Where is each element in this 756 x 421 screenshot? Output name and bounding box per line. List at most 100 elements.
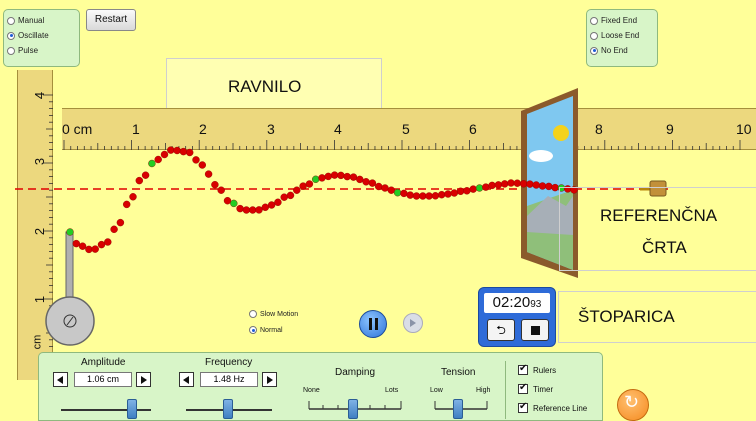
amplitude-decrease-button[interactable] <box>53 372 68 387</box>
bead <box>274 198 282 207</box>
damping-slider-thumb[interactable] <box>348 399 358 419</box>
bead-green <box>148 159 156 168</box>
tension-low-label: Low <box>430 387 443 394</box>
step-forward-icon <box>410 319 416 327</box>
amplitude-slider-track[interactable] <box>61 409 151 411</box>
bead <box>129 193 137 201</box>
bead <box>425 192 433 200</box>
bead <box>173 146 181 155</box>
bead <box>293 186 301 194</box>
bead <box>91 245 99 253</box>
bead <box>78 242 87 250</box>
timer-checkbox[interactable] <box>518 382 528 394</box>
bead <box>135 176 144 185</box>
bead <box>204 170 213 178</box>
frequency-increase-button[interactable] <box>262 372 277 387</box>
reference-line-checkbox-label: Reference Line <box>533 404 588 413</box>
bead <box>469 185 477 193</box>
panel-divider <box>505 361 506 419</box>
amplitude-slider-thumb[interactable] <box>127 399 137 419</box>
bead <box>236 204 244 213</box>
bead <box>192 156 200 164</box>
radio-slow-motion-label: Slow Motion <box>260 310 299 318</box>
frequency-value: 1.48 Hz <box>200 372 258 387</box>
bead <box>318 174 326 182</box>
radio-normal[interactable]: Normal <box>246 322 298 338</box>
bead <box>337 171 345 180</box>
bead <box>513 179 521 187</box>
bead <box>419 192 427 200</box>
bead <box>267 201 276 209</box>
control-panel: Amplitude 1.06 cm Frequency 1.48 Hz Damp… <box>38 352 603 421</box>
radio-normal-label: Normal <box>260 326 283 334</box>
bead <box>242 206 251 214</box>
bead <box>343 172 351 181</box>
bead <box>438 190 446 199</box>
reference-annotation-text-1: REFERENČNA <box>600 206 718 225</box>
bead <box>538 182 547 190</box>
reference-annotation-text-2: ČRTA <box>642 238 687 257</box>
step-button[interactable] <box>403 313 423 333</box>
bead <box>375 182 383 191</box>
amplitude-title: Amplitude <box>81 357 126 368</box>
bead <box>122 200 131 209</box>
damping-high-label: Lots <box>385 387 399 394</box>
bead <box>280 193 288 201</box>
bead <box>160 150 169 159</box>
rulers-checkbox[interactable] <box>518 363 528 375</box>
reset-all-icon: ↻ <box>624 392 640 412</box>
bead <box>444 190 452 198</box>
timer-display: 02:2093 <box>484 293 550 313</box>
frequency-title: Frequency <box>205 357 253 368</box>
bead <box>104 238 112 246</box>
bead-green <box>475 184 484 192</box>
bead <box>330 171 339 179</box>
bead <box>482 183 490 191</box>
bead <box>450 189 458 197</box>
wave-beads <box>66 146 578 254</box>
bead <box>349 173 358 181</box>
timer-checkbox-label: Timer <box>533 385 554 394</box>
radio-slow-motion-indicator[interactable] <box>249 310 257 318</box>
pause-button[interactable] <box>359 310 387 338</box>
timer-reset-button[interactable]: ⮌ <box>487 319 515 341</box>
damping-title: Damping <box>335 367 376 378</box>
bead <box>456 187 465 196</box>
bead <box>286 191 295 200</box>
bead-green <box>312 175 320 184</box>
bead <box>362 178 370 186</box>
bead <box>217 186 225 194</box>
bead <box>532 181 540 189</box>
bead <box>185 148 194 157</box>
bead <box>167 146 175 154</box>
bead <box>431 192 440 200</box>
bead <box>507 179 515 187</box>
reference-annotation-box: REFERENČNA ČRTA <box>559 187 756 271</box>
amplitude-increase-button[interactable] <box>136 372 151 387</box>
speed-panel: Slow Motion Normal <box>246 306 298 338</box>
bead <box>368 179 377 187</box>
frequency-decrease-button[interactable] <box>179 372 194 387</box>
radio-normal-indicator[interactable] <box>249 326 257 334</box>
bead <box>412 192 421 200</box>
bead <box>72 239 81 248</box>
bead <box>356 175 364 184</box>
bead <box>261 203 269 212</box>
reset-all-button[interactable]: ↻ <box>617 389 649 421</box>
reference-line-checkbox[interactable] <box>518 401 528 413</box>
timer-stop-button[interactable] <box>521 319 549 341</box>
bead-green <box>230 199 238 208</box>
tension-slider-thumb[interactable] <box>453 399 463 419</box>
bead <box>551 183 559 192</box>
bead <box>545 182 553 191</box>
bead <box>305 180 314 188</box>
bead <box>526 180 534 188</box>
frequency-slider-thumb[interactable] <box>223 399 233 419</box>
bead <box>463 187 471 195</box>
bead <box>248 206 257 214</box>
radio-slow-motion[interactable]: Slow Motion <box>246 306 298 322</box>
bead <box>211 180 219 189</box>
rulers-checkbox-label: Rulers <box>533 366 557 375</box>
timer-widget[interactable]: 02:2093 ⮌ <box>478 287 556 347</box>
bead <box>110 225 118 234</box>
